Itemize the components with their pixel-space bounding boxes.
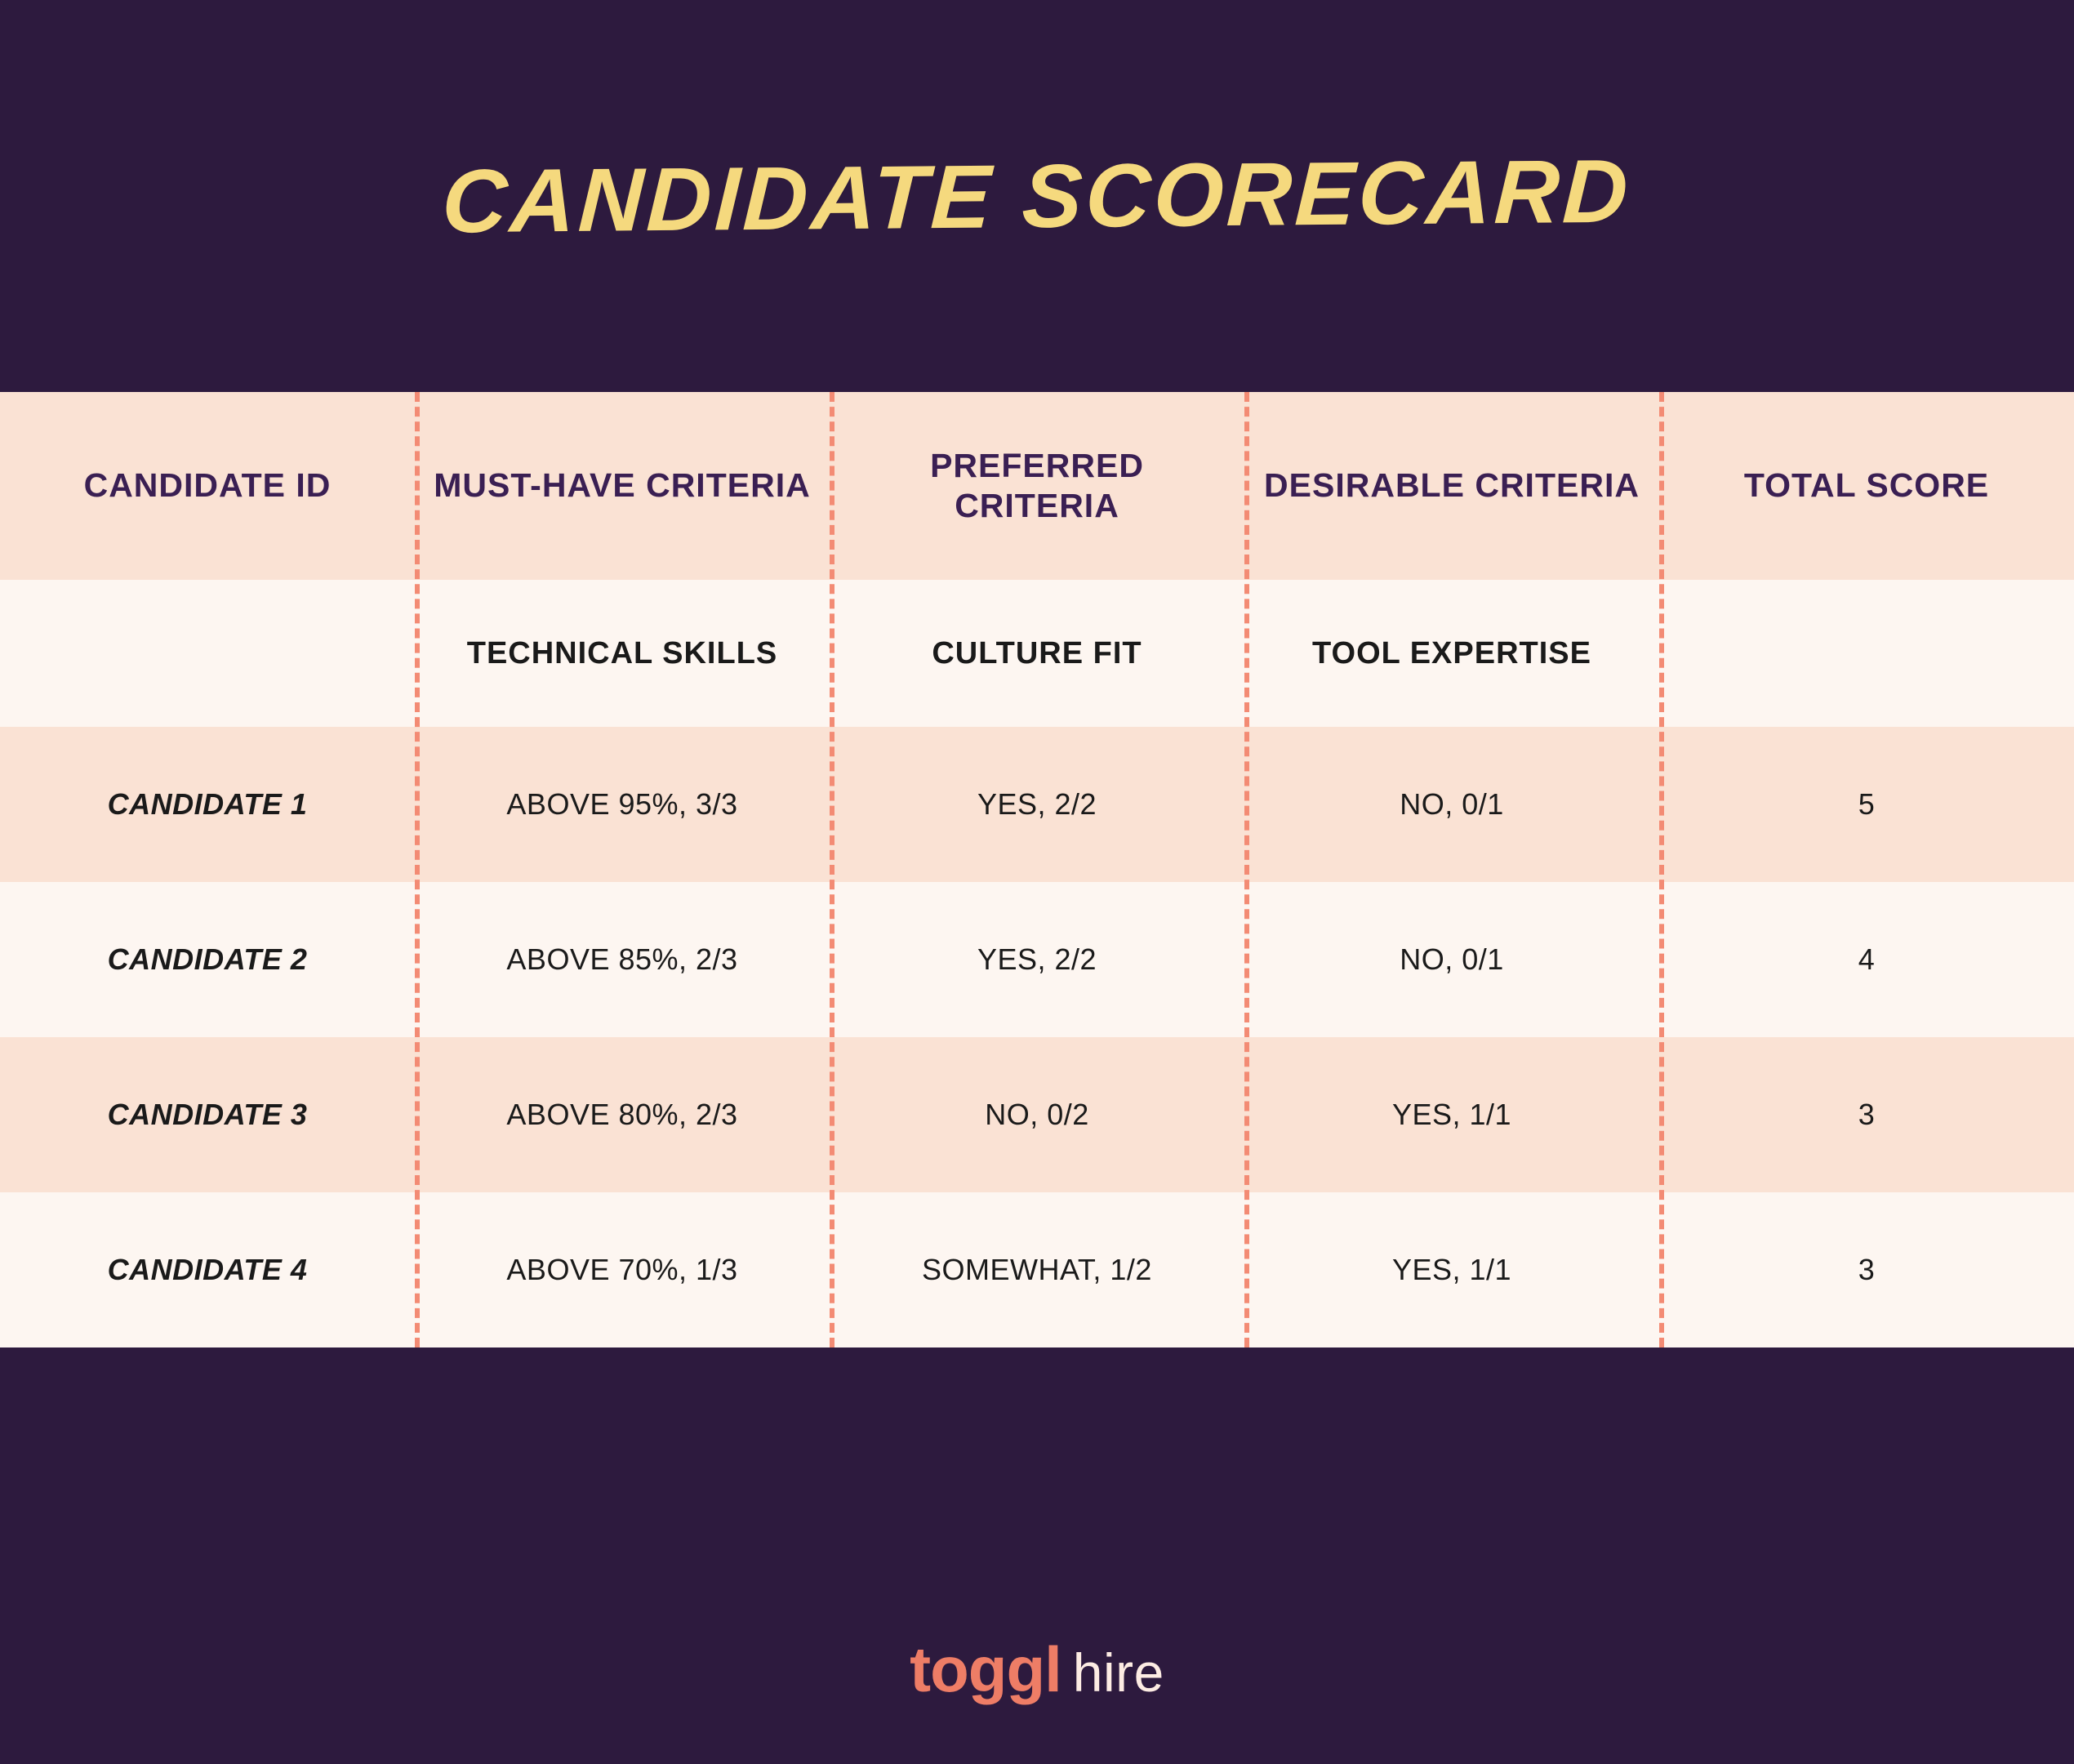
footer: toggl hire: [0, 1348, 2074, 1764]
table-header-row: Candidate ID Must-Have Criteria Preferre…: [0, 392, 2074, 580]
cell-candidate-id: Candidate 4: [0, 1192, 415, 1348]
subheader-total-score: [1659, 580, 2074, 727]
table-row: Candidate 4 Above 70%, 1/3 Somewhat, 1/2…: [0, 1192, 2074, 1348]
cell-total-score: 3: [1659, 1192, 2074, 1348]
header-must-have: Must-Have Criteria: [415, 392, 830, 580]
cell-preferred: Yes, 2/2: [830, 727, 1244, 882]
toggl-hire-logo: toggl hire: [910, 1633, 1164, 1707]
cell-preferred: Somewhat, 1/2: [830, 1192, 1244, 1348]
subheader-must-have: Technical Skills: [415, 580, 830, 727]
cell-preferred: Yes, 2/2: [830, 882, 1244, 1037]
cell-must-have: Above 85%, 2/3: [415, 882, 830, 1037]
title-area: Candidate Scorecard: [0, 0, 2074, 392]
table-row: Candidate 3 Above 80%, 2/3 No, 0/2 Yes, …: [0, 1037, 2074, 1192]
cell-must-have: Above 80%, 2/3: [415, 1037, 830, 1192]
table-row: Candidate 1 Above 95%, 3/3 Yes, 2/2 No, …: [0, 727, 2074, 882]
subheader-desirable: Tool Expertise: [1244, 580, 1659, 727]
cell-must-have: Above 70%, 1/3: [415, 1192, 830, 1348]
cell-total-score: 4: [1659, 882, 2074, 1037]
cell-total-score: 5: [1659, 727, 2074, 882]
scorecard-page: Candidate Scorecard Candidate ID Must-Ha…: [0, 0, 2074, 1764]
scorecard-table-wrap: Candidate ID Must-Have Criteria Preferre…: [0, 392, 2074, 1348]
cell-preferred: No, 0/2: [830, 1037, 1244, 1192]
cell-desirable: No, 0/1: [1244, 727, 1659, 882]
cell-must-have: Above 95%, 3/3: [415, 727, 830, 882]
scorecard-table: Candidate ID Must-Have Criteria Preferre…: [0, 392, 2074, 1348]
header-total-score: Total Score: [1659, 392, 2074, 580]
cell-total-score: 3: [1659, 1037, 2074, 1192]
cell-candidate-id: Candidate 1: [0, 727, 415, 882]
header-desirable: Desirable Criteria: [1244, 392, 1659, 580]
table-row: Candidate 2 Above 85%, 2/3 Yes, 2/2 No, …: [0, 882, 2074, 1037]
cell-candidate-id: Candidate 3: [0, 1037, 415, 1192]
header-preferred: Preferred Criteria: [830, 392, 1244, 580]
cell-desirable: Yes, 1/1: [1244, 1037, 1659, 1192]
cell-candidate-id: Candidate 2: [0, 882, 415, 1037]
subheader-candidate-id: [0, 580, 415, 727]
cell-desirable: Yes, 1/1: [1244, 1192, 1659, 1348]
logo-product-text: hire: [1073, 1642, 1164, 1704]
cell-desirable: No, 0/1: [1244, 882, 1659, 1037]
logo-brand-text: toggl: [910, 1633, 1061, 1707]
header-candidate-id: Candidate ID: [0, 392, 415, 580]
table-subheader-row: Technical Skills Culture Fit Tool Expert…: [0, 580, 2074, 727]
page-title: Candidate Scorecard: [440, 139, 1633, 253]
subheader-preferred: Culture Fit: [830, 580, 1244, 727]
